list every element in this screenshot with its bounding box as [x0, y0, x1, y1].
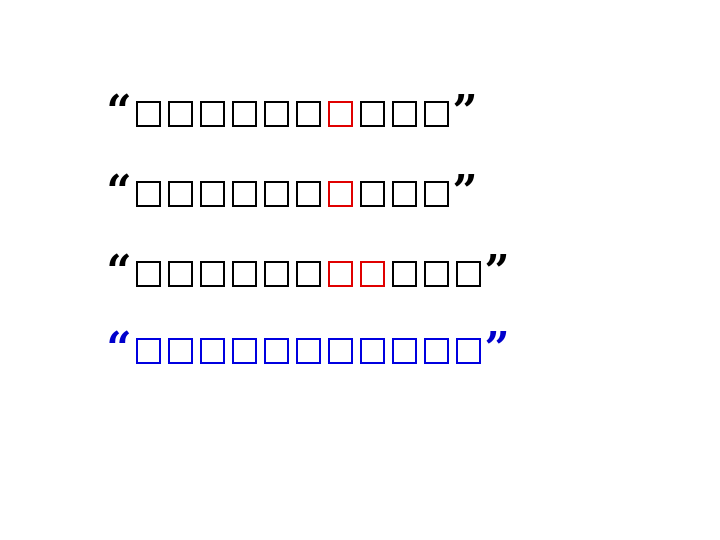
- char-placeholder: □: [424, 181, 449, 207]
- char-placeholder: □: [328, 261, 353, 287]
- char-placeholder: □: [232, 338, 257, 364]
- open-quote-mark: “: [106, 329, 132, 369]
- close-quote-mark: ”: [452, 172, 478, 212]
- char-placeholder: □: [264, 261, 289, 287]
- open-quote-mark: “: [106, 172, 132, 212]
- char-placeholder: □: [328, 338, 353, 364]
- char-placeholder: □: [232, 181, 257, 207]
- char-placeholder: □: [424, 101, 449, 127]
- char-placeholder: □: [136, 261, 161, 287]
- char-placeholder: □: [264, 338, 289, 364]
- char-placeholder: □: [392, 261, 417, 287]
- char-placeholder: □: [136, 101, 161, 127]
- char-placeholder: □: [296, 338, 321, 364]
- quote-line-4: “ □ □ □ □ □ □ □ □ □ □ □ ”: [106, 329, 510, 369]
- char-placeholder: □: [424, 338, 449, 364]
- char-placeholder: □: [296, 261, 321, 287]
- char-placeholder: □: [392, 338, 417, 364]
- char-placeholder: □: [360, 338, 385, 364]
- char-placeholder: □: [456, 338, 481, 364]
- char-placeholder: □: [136, 338, 161, 364]
- quote-line-3: “ □ □ □ □ □ □ □ □ □ □ □ ”: [106, 252, 510, 292]
- close-quote-mark: ”: [484, 329, 510, 369]
- char-placeholder: □: [232, 261, 257, 287]
- char-placeholder: □: [200, 101, 225, 127]
- char-placeholder: □: [392, 181, 417, 207]
- char-placeholder: □: [168, 101, 193, 127]
- char-placeholder: □: [456, 261, 481, 287]
- char-placeholder: □: [360, 181, 385, 207]
- open-quote-mark: “: [106, 252, 132, 292]
- char-placeholder: □: [168, 181, 193, 207]
- char-placeholder: □: [424, 261, 449, 287]
- quote-line-2: “ □ □ □ □ □ □ □ □ □ □ ”: [106, 172, 478, 212]
- char-placeholder: □: [328, 101, 353, 127]
- char-placeholder: □: [296, 101, 321, 127]
- char-placeholder: □: [168, 338, 193, 364]
- char-placeholder: □: [136, 181, 161, 207]
- close-quote-mark: ”: [452, 92, 478, 132]
- quote-text: □ □ □ □ □ □ □ □ □ □: [132, 172, 452, 212]
- char-placeholder: □: [328, 181, 353, 207]
- char-placeholder: □: [200, 261, 225, 287]
- close-quote-mark: ”: [484, 252, 510, 292]
- quote-text: □ □ □ □ □ □ □ □ □ □ □: [132, 252, 484, 292]
- char-placeholder: □: [392, 101, 417, 127]
- quote-line-1: “ □ □ □ □ □ □ □ □ □ □ ”: [106, 92, 478, 132]
- char-placeholder: □: [232, 101, 257, 127]
- char-placeholder: □: [200, 338, 225, 364]
- char-placeholder: □: [296, 181, 321, 207]
- char-placeholder: □: [360, 101, 385, 127]
- open-quote-mark: “: [106, 92, 132, 132]
- slide: “ □□□□□□□□□□ ” “ □□□□□□□□□□ ” “ □□□□□□□□…: [0, 0, 720, 540]
- char-placeholder: □: [264, 101, 289, 127]
- char-placeholder: □: [200, 181, 225, 207]
- quote-text: □ □ □ □ □ □ □ □ □ □ □: [132, 329, 484, 369]
- char-placeholder: □: [168, 261, 193, 287]
- char-placeholder: □: [360, 261, 385, 287]
- quote-text: □ □ □ □ □ □ □ □ □ □: [132, 92, 452, 132]
- char-placeholder: □: [264, 181, 289, 207]
